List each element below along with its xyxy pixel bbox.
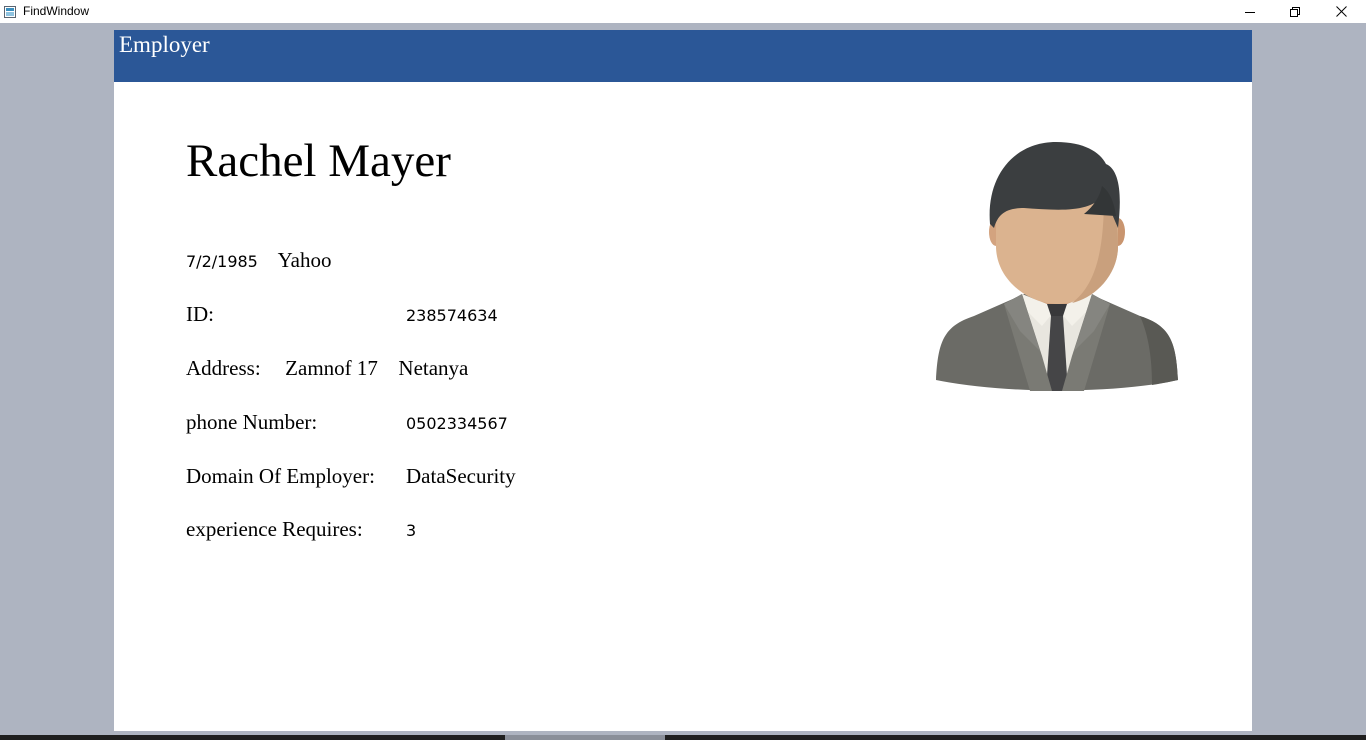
- employer-company: Yahoo: [277, 248, 332, 272]
- restore-button[interactable]: [1272, 0, 1318, 23]
- close-button[interactable]: [1318, 0, 1364, 23]
- header-bar: Employer: [114, 30, 1252, 82]
- businessman-avatar-icon: [936, 142, 1178, 391]
- domain-row: Domain Of Employer: DataSecurity: [186, 464, 516, 489]
- employer-name: Rachel Mayer: [186, 135, 451, 187]
- address-city: Netanya: [398, 356, 469, 380]
- address-label: Address:: [186, 356, 261, 380]
- domain-value: DataSecurity: [406, 464, 516, 488]
- id-label: ID:: [186, 302, 214, 326]
- phone-value: 0502334567: [406, 414, 508, 433]
- phone-row: phone Number: 0502334567: [186, 410, 508, 435]
- experience-label: experience Requires:: [186, 517, 363, 541]
- app-icon: [4, 5, 16, 18]
- phone-label: phone Number:: [186, 410, 318, 434]
- domain-label: Domain Of Employer:: [186, 464, 375, 488]
- header-title: Employer: [119, 32, 210, 57]
- experience-value: 3: [406, 521, 417, 540]
- address-row: Address: Zamnof 17 Netanya: [186, 356, 468, 381]
- bottom-edge: [0, 735, 1366, 740]
- date-company-row: 7/2/1985 Yahoo: [186, 248, 331, 273]
- employer-panel: Employer Rachel Mayer 7/2/1985 Yahoo ID:…: [114, 30, 1252, 731]
- id-value: 238574634: [406, 306, 498, 325]
- experience-row: experience Requires: 3: [186, 517, 416, 542]
- window-title: FindWindow: [23, 4, 90, 18]
- minimize-icon: [1245, 11, 1255, 13]
- id-row: ID: 238574634: [186, 302, 498, 327]
- address-street: Zamnof 17: [285, 356, 378, 380]
- window-titlebar[interactable]: FindWindow: [0, 0, 1366, 23]
- employer-date: 7/2/1985: [186, 252, 258, 271]
- close-icon: [1335, 6, 1347, 17]
- minimize-button[interactable]: [1227, 0, 1273, 23]
- restore-icon: [1290, 6, 1300, 17]
